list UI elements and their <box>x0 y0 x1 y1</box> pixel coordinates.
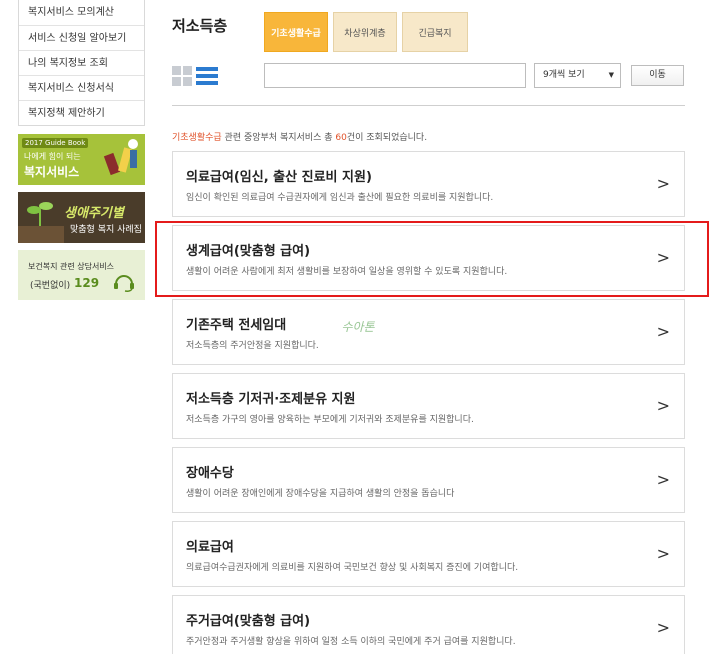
sidebar: 복지서비스 모의계산 서비스 신청일 알아보기 나의 복지정보 조회 복지서비스… <box>18 0 145 300</box>
chevron-right-icon: > <box>656 470 670 489</box>
service-description: 저소득층의 주거안정을 지원합니다. <box>186 341 319 351</box>
result-category: 기초생활수급 <box>172 133 222 143</box>
headset-icon <box>114 275 134 292</box>
lifecycle-banner[interactable]: 생애주기별 맞춤형 복지 사례집 <box>18 192 145 243</box>
service-card[interactable]: 생계급여(맞춤형 급여) 생활이 어려운 사람에게 최저 생활비를 보장하여 일… <box>172 225 685 291</box>
hotline-number: 129 <box>74 276 100 290</box>
chevron-right-icon: > <box>656 544 670 563</box>
category-tabs: 기초생활수급 차상위계층 긴급복지 <box>264 12 468 52</box>
service-card[interactable]: 기존주택 전세임대 저소득층의 주거안정을 지원합니다. > <box>172 299 685 365</box>
chevron-right-icon: > <box>656 322 670 341</box>
page-size-select[interactable]: 9개씩 보기 ▼ <box>534 63 621 88</box>
service-title: 의료급여(임신, 출산 진료비 지원) <box>186 170 372 185</box>
people-illustration-icon <box>103 139 138 176</box>
service-card[interactable]: 장애수당 생활이 어려운 장애인에게 장애수당을 지급하여 생활의 안정을 돕습… <box>172 447 685 513</box>
sidebar-item-my-info[interactable]: 나의 복지정보 조회 <box>19 50 144 75</box>
page-size-value: 9개씩 보기 <box>543 70 585 80</box>
service-title: 저소득층 기저귀·조제분유 지원 <box>186 392 356 407</box>
sidebar-menu: 복지서비스 모의계산 서비스 신청일 알아보기 나의 복지정보 조회 복지서비스… <box>18 0 145 126</box>
chevron-down-icon: ▼ <box>608 71 614 79</box>
go-button[interactable]: 이동 <box>631 65 684 86</box>
counsel-banner[interactable]: 보건복지 관련 상담서비스 (국번없이) 129 <box>18 250 145 300</box>
page-title: 저소득층 <box>172 17 228 35</box>
chevron-right-icon: > <box>656 248 670 267</box>
banner-subtitle: 맞춤형 복지 사례집 <box>70 225 142 235</box>
chevron-right-icon: > <box>656 396 670 415</box>
service-title: 의료급여 <box>186 540 234 555</box>
tab-near-poverty[interactable]: 차상위계층 <box>333 12 397 52</box>
view-toggle <box>172 66 218 86</box>
banner-subtitle: (국번없이) <box>30 281 71 291</box>
service-title: 장애수당 <box>186 466 234 481</box>
result-number: 60 <box>335 133 347 143</box>
sidebar-item-proposal[interactable]: 복지정책 제안하기 <box>19 100 144 125</box>
chevron-right-icon: > <box>656 618 670 637</box>
list-view-icon[interactable] <box>196 66 218 86</box>
banner-title: 생애주기별 <box>64 206 124 221</box>
service-description: 임신이 확인된 의료급여 수급권자에게 임신과 출산에 필요한 의료비를 지원합… <box>186 193 494 203</box>
tab-basic-livelihood[interactable]: 기초생활수급 <box>264 12 328 52</box>
service-description: 주거안정과 주거생활 향상을 위하여 일정 소득 이하의 국민에게 주거 급여를… <box>186 637 516 647</box>
service-title: 생계급여(맞춤형 급여) <box>186 244 311 259</box>
service-description: 저소득층 가구의 영아를 양육하는 부모에게 기저귀와 조제분유를 지원합니다. <box>186 415 474 425</box>
service-description: 생활이 어려운 사람에게 최저 생활비를 보장하여 일상을 영위할 수 있도록 … <box>186 267 508 277</box>
banner-title: 보건복지 관련 상담서비스 <box>28 262 115 271</box>
service-card[interactable]: 의료급여(임신, 출산 진료비 지원) 임신이 확인된 의료급여 수급권자에게 … <box>172 151 685 217</box>
service-card[interactable]: 의료급여 의료급여수급권자에게 의료비를 지원하여 국민보건 향상 및 사회복지… <box>172 521 685 587</box>
sprout-icon <box>18 202 64 243</box>
banner-title: 복지서비스 <box>24 165 80 179</box>
service-title: 주거급여(맞춤형 급여) <box>186 614 311 629</box>
divider <box>172 105 685 106</box>
service-card[interactable]: 주거급여(맞춤형 급여) 주거안정과 주거생활 향상을 위하여 일정 소득 이하… <box>172 595 685 654</box>
service-title: 기존주택 전세임대 <box>186 318 287 333</box>
result-count: 기초생활수급 관련 중앙부처 복지서비스 총 60건이 조회되었습니다. <box>172 130 427 143</box>
service-description: 의료급여수급권자에게 의료비를 지원하여 국민보건 향상 및 사회복지 증진에 … <box>186 563 519 573</box>
banner-subtitle: 나에게 힘이 되는 <box>24 152 81 161</box>
sidebar-item-forms[interactable]: 복지서비스 신청서식 <box>19 75 144 100</box>
banner-tag: 2017 Guide Book <box>22 138 89 148</box>
tab-emergency-welfare[interactable]: 긴급복지 <box>402 12 468 52</box>
guide-book-banner[interactable]: 2017 Guide Book 나에게 힘이 되는 복지서비스 <box>18 134 145 185</box>
service-card[interactable]: 저소득층 기저귀·조제분유 지원 저소득층 가구의 영아를 양육하는 부모에게 … <box>172 373 685 439</box>
search-input[interactable] <box>264 63 526 88</box>
service-description: 생활이 어려운 장애인에게 장애수당을 지급하여 생활의 안정을 돕습니다 <box>186 489 455 499</box>
chevron-right-icon: > <box>656 174 670 193</box>
result-suffix: 건이 조회되었습니다. <box>346 133 428 143</box>
service-list: 의료급여(임신, 출산 진료비 지원) 임신이 확인된 의료급여 수급권자에게 … <box>172 151 685 654</box>
watermark-stamp: 수아톤 <box>341 320 375 334</box>
result-prefix: 관련 중앙부처 복지서비스 총 <box>221 133 336 143</box>
sidebar-item-apply-date[interactable]: 서비스 신청일 알아보기 <box>19 25 144 50</box>
sidebar-item-simulation[interactable]: 복지서비스 모의계산 <box>19 0 144 25</box>
grid-view-icon[interactable] <box>172 66 192 86</box>
